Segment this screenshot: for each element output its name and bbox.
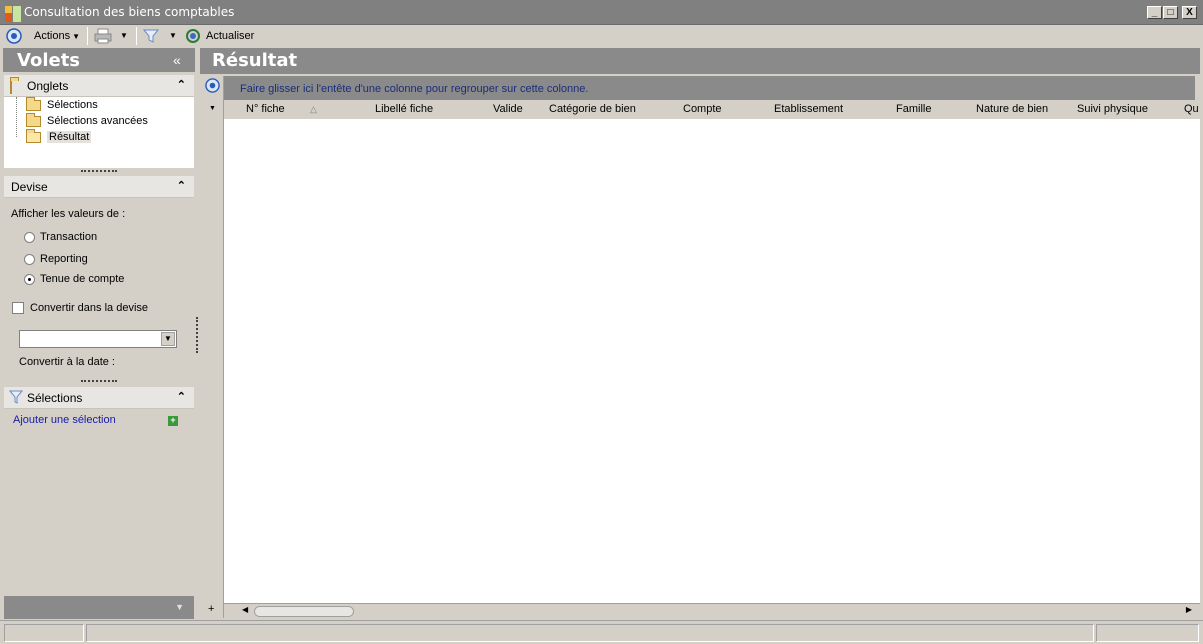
result-pane: Résultat ▼ + Faire glisser ici l'entête … xyxy=(200,48,1200,620)
onglets-title: Onglets xyxy=(27,79,69,93)
devise-title: Devise xyxy=(11,180,48,194)
splitter-handle[interactable] xyxy=(81,380,117,383)
splitter-handle[interactable] xyxy=(81,170,117,173)
selections-section-header[interactable]: Sélections ⌃ xyxy=(4,387,194,409)
maximize-button[interactable]: □ xyxy=(1163,6,1178,19)
tree-item-selections-avancees[interactable]: Sélections avancées xyxy=(26,112,148,129)
chevron-down-icon[interactable]: ▼ xyxy=(161,332,175,346)
radio-label: Reporting xyxy=(40,253,88,265)
print-icon[interactable] xyxy=(94,28,112,44)
add-selection-link[interactable]: Ajouter une sélection xyxy=(13,414,116,426)
column-header-n-fiche[interactable]: N° fiche xyxy=(246,103,285,115)
radio-transaction[interactable]: Transaction xyxy=(24,231,97,243)
result-grid-body[interactable] xyxy=(224,119,1200,603)
tree-item-label: Sélections xyxy=(47,99,98,111)
filter-icon[interactable] xyxy=(143,28,159,44)
result-header: Résultat xyxy=(200,48,1200,74)
column-header-compte[interactable]: Compte xyxy=(683,103,722,115)
collapse-pane-icon[interactable]: « xyxy=(173,52,181,68)
app-icon xyxy=(5,6,21,22)
radio-button[interactable] xyxy=(24,231,35,243)
tree-item-selections[interactable]: Sélections xyxy=(26,96,98,113)
column-header-libelle-fiche[interactable]: Libellé fiche xyxy=(375,103,433,115)
filter-icon xyxy=(9,390,23,404)
window-title: Consultation des biens comptables xyxy=(24,5,235,19)
vertical-splitter-handle[interactable] xyxy=(196,317,198,353)
chevron-down-icon: ▼ xyxy=(72,31,80,41)
actions-menu[interactable]: Actions ▼ xyxy=(34,25,80,47)
close-button[interactable]: X xyxy=(1182,6,1197,19)
column-header-suivi-physique[interactable]: Suivi physique xyxy=(1077,103,1148,115)
folder-icon xyxy=(26,112,41,127)
radio-label: Tenue de compte xyxy=(40,273,125,285)
collapse-section-icon[interactable]: ⌃ xyxy=(177,179,186,192)
radio-button[interactable] xyxy=(24,273,35,285)
volets-header: Volets « xyxy=(3,48,195,72)
folder-icon xyxy=(26,96,41,111)
expand-icon[interactable]: + xyxy=(208,603,214,615)
volets-title: Volets xyxy=(17,50,81,71)
onglets-section-header[interactable]: Onglets ⌃ xyxy=(4,75,194,97)
convert-label: Convertir dans la devise xyxy=(30,302,149,314)
column-header-valide[interactable]: Valide xyxy=(493,103,523,115)
radio-label: Transaction xyxy=(40,231,98,243)
grid-row-indicator: ▼ + xyxy=(202,76,224,618)
tree-item-label: Résultat xyxy=(47,131,92,143)
radio-button[interactable] xyxy=(24,253,35,265)
column-header-quantite[interactable]: Qu xyxy=(1184,103,1199,115)
status-cell xyxy=(1096,624,1199,642)
status-bar xyxy=(0,620,1203,644)
group-by-panel[interactable]: Faire glisser ici l'entête d'une colonne… xyxy=(224,76,1195,100)
radio-tenue-de-compte[interactable]: Tenue de compte xyxy=(24,273,124,285)
status-cell xyxy=(86,624,1094,642)
add-icon[interactable]: + xyxy=(168,416,178,426)
column-header-famille[interactable]: Famille xyxy=(896,103,931,115)
status-cell xyxy=(4,624,84,642)
column-header-categorie-de-bien[interactable]: Catégorie de bien xyxy=(549,103,636,115)
print-dropdown-icon[interactable]: ▼ xyxy=(120,31,128,40)
checkbox[interactable] xyxy=(12,302,24,314)
collapse-section-icon[interactable]: ⌃ xyxy=(177,390,186,403)
options-icon[interactable] xyxy=(6,28,22,44)
column-header-etablissement[interactable]: Etablissement xyxy=(774,103,843,115)
volets-footer: ▼ xyxy=(4,596,194,619)
refresh-button[interactable]: Actualiser xyxy=(185,25,254,47)
grid-options-icon[interactable] xyxy=(205,78,220,93)
onglets-tree: Sélections Sélections avancées Résultat xyxy=(4,96,194,168)
group-by-hint: Faire glisser ici l'entête d'une colonne… xyxy=(240,83,589,95)
scroll-right-icon[interactable]: ▶ xyxy=(1186,605,1192,614)
devise-section-header[interactable]: Devise ⌃ xyxy=(4,176,194,198)
folder-icon xyxy=(10,80,12,94)
tree-item-resultat[interactable]: Résultat xyxy=(26,128,92,145)
convert-currency-checkbox[interactable]: Convertir dans la devise xyxy=(12,302,148,314)
filter-dropdown-icon[interactable]: ▼ xyxy=(169,31,177,40)
sort-ascending-icon: △ xyxy=(310,104,317,114)
currency-select[interactable]: ▼ xyxy=(19,330,177,348)
toolbar: Actions ▼ ▼ ▼ Actualiser xyxy=(0,25,1203,47)
result-title: Résultat xyxy=(212,50,298,71)
scrollbar-thumb[interactable] xyxy=(254,606,354,617)
column-header-nature-de-bien[interactable]: Nature de bien xyxy=(976,103,1048,115)
tree-line xyxy=(16,97,17,137)
scroll-left-icon[interactable]: ◀ xyxy=(242,605,248,614)
column-header-row: N° fiche △ Libellé fiche Valide Catégori… xyxy=(224,100,1200,119)
convert-date-label: Convertir à la date : xyxy=(19,356,115,368)
selections-title: Sélections xyxy=(27,391,83,405)
tree-item-label: Sélections avancées xyxy=(47,115,148,127)
actions-label: Actions xyxy=(34,30,71,42)
chevron-down-icon[interactable]: ▼ xyxy=(175,602,184,612)
title-bar: Consultation des biens comptables _ □ X xyxy=(0,0,1203,25)
refresh-label: Actualiser xyxy=(206,30,255,42)
collapse-section-icon[interactable]: ⌃ xyxy=(177,78,186,91)
minimize-button[interactable]: _ xyxy=(1147,6,1162,19)
volets-pane: Volets « Onglets ⌃ Sélections Sélections… xyxy=(3,48,195,620)
toolbar-separator xyxy=(87,27,88,45)
radio-reporting[interactable]: Reporting xyxy=(24,253,88,265)
refresh-icon xyxy=(186,29,200,43)
folder-open-icon xyxy=(26,128,41,143)
column-chooser-icon[interactable]: ▼ xyxy=(209,105,216,112)
show-values-label: Afficher les valeurs de : xyxy=(11,208,126,220)
horizontal-scrollbar[interactable]: ◀ ▶ xyxy=(224,603,1200,618)
toolbar-separator xyxy=(136,27,137,45)
